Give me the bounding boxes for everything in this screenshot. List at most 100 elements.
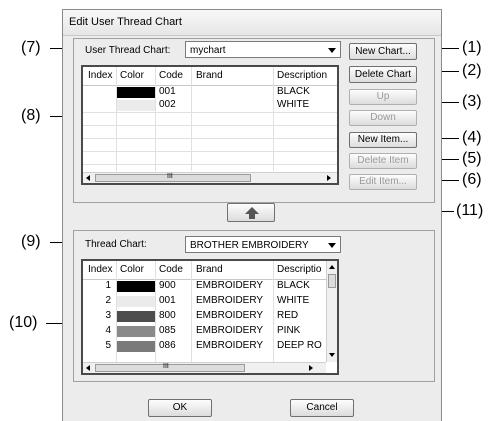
callout-3: (3) (462, 93, 482, 110)
edit-user-thread-chart-dialog: Edit User Thread Chart User Thread Chart… (62, 9, 442, 421)
color-swatch (117, 87, 155, 98)
grid-line (83, 151, 337, 152)
scroll-thumb[interactable] (328, 274, 336, 288)
callout-9: (9) (21, 233, 41, 250)
table-row[interactable]: 001 BLACK (83, 86, 337, 99)
callout-6: (6) (462, 171, 482, 188)
col-brand[interactable]: Brand (196, 70, 223, 81)
callout-1: (1) (462, 39, 482, 56)
callout-2: (2) (462, 62, 482, 79)
row-index: 5 (105, 340, 111, 351)
new-chart-button[interactable]: New Chart... (349, 43, 417, 60)
col-color[interactable]: Color (120, 70, 144, 81)
edit-item-button[interactable]: Edit Item... (349, 174, 417, 190)
thread-chart-label: Thread Chart: (85, 239, 147, 250)
chevron-down-icon (328, 243, 336, 248)
row-brand: EMBROIDERY (196, 325, 264, 336)
color-swatch (117, 296, 155, 307)
up-button[interactable]: Up (349, 89, 417, 105)
down-button[interactable]: Down (349, 110, 417, 126)
scroll-grip: III (167, 173, 173, 180)
row-description: WHITE (277, 99, 310, 110)
color-swatch (117, 281, 155, 292)
grid-line (191, 67, 192, 171)
chevron-down-icon (328, 48, 336, 53)
user-thread-list[interactable]: Index Color Code Brand Description 001 B… (81, 65, 339, 185)
col-index[interactable]: Index (88, 264, 112, 275)
thread-chart-select[interactable]: BROTHER EMBROIDERY (185, 236, 341, 253)
scroll-left-icon[interactable] (86, 175, 90, 181)
row-code: 001 (159, 86, 176, 97)
scroll-thumb[interactable] (95, 174, 251, 182)
row-description: WHITE (277, 295, 310, 306)
row-description: PINK (277, 325, 301, 336)
table-row[interactable]: 1 900 EMBROIDERY BLACK (83, 280, 337, 293)
new-item-button[interactable]: New Item... (349, 132, 417, 148)
callout-4: (4) (462, 129, 482, 146)
color-swatch (117, 311, 155, 322)
thread-chart-list-header: Index Color Code Brand Descriptio (83, 261, 337, 280)
grid-line (116, 67, 117, 171)
row-code: 002 (159, 99, 176, 110)
delete-chart-button[interactable]: Delete Chart (349, 66, 417, 83)
color-swatch (117, 100, 155, 111)
col-index[interactable]: Index (88, 70, 112, 81)
col-description[interactable]: Descriptio (277, 264, 321, 275)
row-code: 001 (159, 295, 176, 306)
scroll-thumb[interactable] (95, 364, 245, 372)
row-index: 1 (105, 280, 111, 291)
table-row[interactable]: 3 800 EMBROIDERY RED (83, 310, 337, 323)
horizontal-scrollbar[interactable]: III (83, 172, 337, 183)
callout-5: (5) (462, 150, 482, 167)
row-description: DEEP RO (277, 340, 322, 351)
arrow-up-icon-stem (249, 214, 255, 219)
row-brand: EMBROIDERY (196, 340, 264, 351)
table-row[interactable]: 2 001 EMBROIDERY WHITE (83, 295, 337, 308)
col-code[interactable]: Code (159, 70, 183, 81)
thread-chart-list[interactable]: Index Color Code Brand Descriptio 1 900 EM… (81, 259, 339, 375)
callout-7: (7) (21, 39, 41, 56)
dialog-titlebar[interactable]: Edit User Thread Chart (63, 10, 441, 36)
grid-line (83, 125, 337, 126)
table-row[interactable]: 4 085 EMBROIDERY PINK (83, 325, 337, 338)
row-index: 4 (105, 325, 111, 336)
grid-line (83, 164, 337, 165)
scroll-right-icon[interactable] (309, 365, 313, 371)
color-swatch (117, 326, 155, 337)
table-row[interactable]: 002 WHITE (83, 99, 337, 112)
scroll-down-icon[interactable] (329, 353, 335, 357)
callout-10: (10) (9, 314, 38, 331)
color-swatch (117, 341, 155, 352)
copy-up-button[interactable] (227, 203, 275, 222)
row-description: RED (277, 310, 299, 321)
scroll-right-icon[interactable] (327, 175, 331, 181)
row-description: BLACK (277, 280, 310, 291)
callout-8: (8) (21, 107, 41, 124)
vertical-scrollbar[interactable] (326, 261, 337, 362)
table-row[interactable]: 5 086 EMBROIDERY DEEP RO (83, 340, 337, 353)
row-code: 800 (159, 310, 176, 321)
row-index: 3 (105, 310, 111, 321)
scroll-left-icon[interactable] (86, 365, 90, 371)
user-thread-chart-select[interactable]: mychart (185, 41, 341, 58)
scroll-up-icon[interactable] (329, 265, 335, 269)
horizontal-scrollbar[interactable]: III (83, 362, 326, 373)
arrow-up-icon (245, 207, 259, 214)
col-code[interactable]: Code (159, 264, 183, 275)
delete-item-button[interactable]: Delete Item (349, 153, 417, 169)
row-code: 085 (159, 325, 176, 336)
col-description[interactable]: Description (277, 70, 327, 81)
ok-button[interactable]: OK (148, 399, 212, 417)
row-brand: EMBROIDERY (196, 280, 264, 291)
row-code: 086 (159, 340, 176, 351)
thread-chart-value: BROTHER EMBROIDERY (190, 240, 309, 251)
col-brand[interactable]: Brand (196, 264, 223, 275)
grid-line (83, 138, 337, 139)
user-thread-chart-label: User Thread Chart: (85, 45, 171, 56)
cancel-button[interactable]: Cancel (290, 399, 354, 417)
user-thread-chart-value: mychart (190, 45, 226, 56)
col-color[interactable]: Color (120, 264, 144, 275)
row-index: 2 (105, 295, 111, 306)
scroll-grip: III (163, 363, 169, 370)
grid-line (83, 112, 337, 113)
